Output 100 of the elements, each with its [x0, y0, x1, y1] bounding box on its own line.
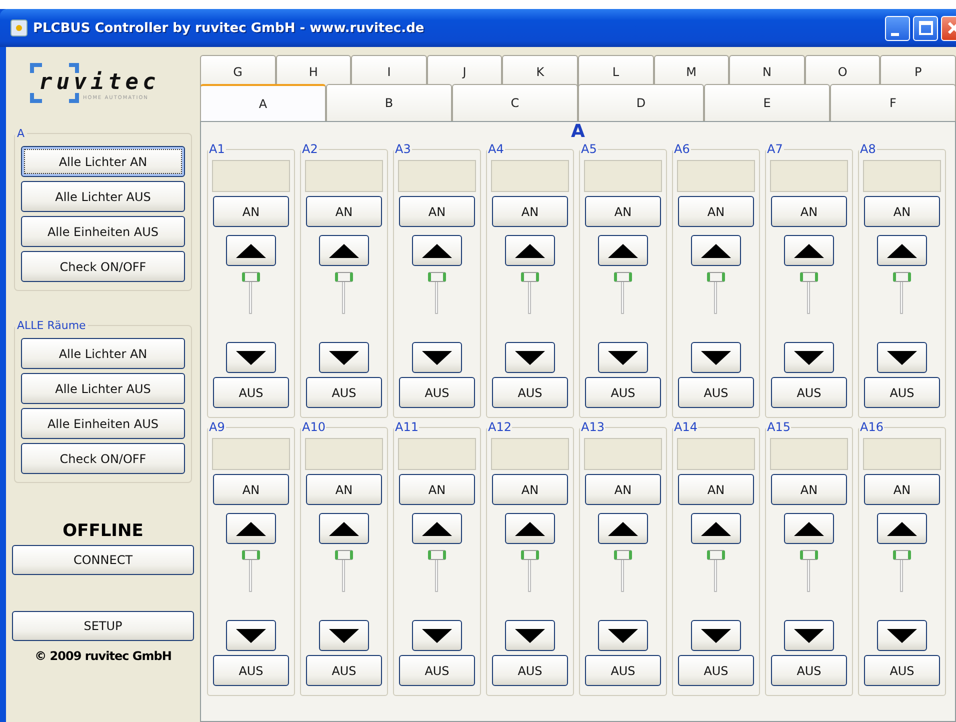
on-button[interactable]: AN: [492, 196, 568, 227]
off-button[interactable]: AUS: [585, 655, 661, 686]
slider-thumb[interactable]: [707, 550, 725, 560]
dimmer-slider[interactable]: [521, 272, 539, 316]
tab[interactable]: A: [200, 84, 326, 121]
on-button[interactable]: AN: [213, 474, 289, 505]
dim-down-button[interactable]: [505, 342, 555, 373]
on-button[interactable]: AN: [585, 196, 661, 227]
command-button[interactable]: Alle Lichter AN: [21, 146, 185, 177]
command-button[interactable]: Alle Lichter AUS: [21, 181, 185, 212]
dim-up-button[interactable]: [598, 513, 648, 544]
dim-down-button[interactable]: [319, 620, 369, 651]
slider-thumb[interactable]: [614, 272, 632, 282]
dim-up-button[interactable]: [877, 513, 927, 544]
dim-up-button[interactable]: [412, 235, 462, 266]
dim-down-button[interactable]: [226, 620, 276, 651]
dim-up-button[interactable]: [505, 513, 555, 544]
off-button[interactable]: AUS: [864, 655, 940, 686]
dimmer-slider[interactable]: [614, 272, 632, 316]
command-button[interactable]: Alle Einheiten AUS: [21, 408, 185, 439]
dim-down-button[interactable]: [784, 620, 834, 651]
slider-thumb[interactable]: [521, 272, 539, 282]
dim-up-button[interactable]: [691, 235, 741, 266]
tab[interactable]: N: [729, 55, 805, 87]
off-button[interactable]: AUS: [678, 377, 754, 408]
tab[interactable]: O: [804, 55, 880, 87]
command-button[interactable]: Check ON/OFF: [21, 251, 185, 282]
on-button[interactable]: AN: [678, 474, 754, 505]
dimmer-slider[interactable]: [800, 272, 818, 316]
off-button[interactable]: AUS: [771, 655, 847, 686]
dim-up-button[interactable]: [691, 513, 741, 544]
connect-button[interactable]: CONNECT: [12, 545, 194, 575]
tab[interactable]: E: [704, 84, 830, 121]
dim-down-button[interactable]: [691, 342, 741, 373]
dim-up-button[interactable]: [784, 513, 834, 544]
off-button[interactable]: AUS: [585, 377, 661, 408]
on-button[interactable]: AN: [399, 474, 475, 505]
tab[interactable]: P: [880, 55, 956, 87]
off-button[interactable]: AUS: [399, 377, 475, 408]
on-button[interactable]: AN: [864, 196, 940, 227]
dimmer-slider[interactable]: [893, 550, 911, 594]
slider-thumb[interactable]: [800, 550, 818, 560]
tab[interactable]: K: [502, 55, 578, 87]
dim-up-button[interactable]: [877, 235, 927, 266]
tab[interactable]: I: [351, 55, 427, 87]
on-button[interactable]: AN: [399, 196, 475, 227]
slider-thumb[interactable]: [800, 272, 818, 282]
on-button[interactable]: AN: [306, 196, 382, 227]
slider-thumb[interactable]: [242, 272, 260, 282]
dimmer-slider[interactable]: [335, 550, 353, 594]
dimmer-slider[interactable]: [428, 550, 446, 594]
slider-thumb[interactable]: [893, 550, 911, 560]
slider-thumb[interactable]: [707, 272, 725, 282]
slider-thumb[interactable]: [521, 550, 539, 560]
slider-thumb[interactable]: [428, 272, 446, 282]
dim-up-button[interactable]: [598, 235, 648, 266]
dim-up-button[interactable]: [412, 513, 462, 544]
off-button[interactable]: AUS: [213, 655, 289, 686]
dimmer-slider[interactable]: [800, 550, 818, 594]
dimmer-slider[interactable]: [521, 550, 539, 594]
slider-thumb[interactable]: [614, 550, 632, 560]
dimmer-slider[interactable]: [614, 550, 632, 594]
dim-down-button[interactable]: [598, 620, 648, 651]
tab[interactable]: G: [200, 55, 276, 87]
on-button[interactable]: AN: [585, 474, 661, 505]
on-button[interactable]: AN: [678, 196, 754, 227]
on-button[interactable]: AN: [492, 474, 568, 505]
off-button[interactable]: AUS: [864, 377, 940, 408]
minimize-button[interactable]: [885, 16, 910, 40]
dim-up-button[interactable]: [319, 513, 369, 544]
tab[interactable]: J: [426, 55, 502, 87]
dimmer-slider[interactable]: [242, 272, 260, 316]
dimmer-slider[interactable]: [707, 550, 725, 594]
dim-down-button[interactable]: [784, 342, 834, 373]
off-button[interactable]: AUS: [213, 377, 289, 408]
dim-up-button[interactable]: [505, 235, 555, 266]
dim-down-button[interactable]: [226, 342, 276, 373]
tab[interactable]: C: [452, 84, 578, 121]
dim-down-button[interactable]: [412, 620, 462, 651]
tab[interactable]: H: [276, 55, 352, 87]
dim-down-button[interactable]: [505, 620, 555, 651]
off-button[interactable]: AUS: [492, 377, 568, 408]
dimmer-slider[interactable]: [707, 272, 725, 316]
dim-down-button[interactable]: [691, 620, 741, 651]
dim-up-button[interactable]: [784, 235, 834, 266]
tab[interactable]: M: [654, 55, 730, 87]
off-button[interactable]: AUS: [306, 377, 382, 408]
off-button[interactable]: AUS: [399, 655, 475, 686]
command-button[interactable]: Alle Lichter AN: [21, 338, 185, 369]
dimmer-slider[interactable]: [335, 272, 353, 316]
off-button[interactable]: AUS: [492, 655, 568, 686]
setup-button[interactable]: SETUP: [12, 611, 194, 641]
dim-down-button[interactable]: [412, 342, 462, 373]
dimmer-slider[interactable]: [428, 272, 446, 316]
maximize-button[interactable]: [913, 16, 938, 40]
slider-thumb[interactable]: [428, 550, 446, 560]
tab[interactable]: D: [578, 84, 704, 121]
on-button[interactable]: AN: [771, 196, 847, 227]
slider-thumb[interactable]: [893, 272, 911, 282]
slider-thumb[interactable]: [335, 550, 353, 560]
